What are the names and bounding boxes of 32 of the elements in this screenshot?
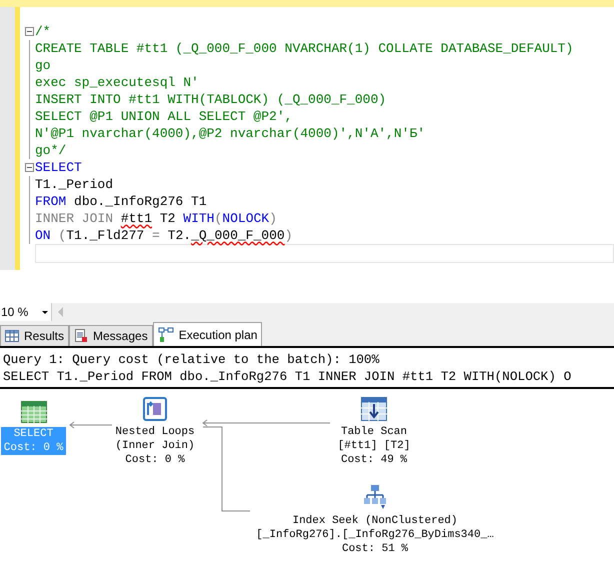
code-line: T1._Period <box>35 176 114 194</box>
result-tab[interactable]: Messages <box>69 325 153 346</box>
table-scan-icon <box>361 397 387 421</box>
code-line: FROM dbo._InfoRg276 T1 <box>35 192 207 210</box>
collapse-icon[interactable] <box>24 163 34 172</box>
collapse-icon[interactable] <box>24 27 34 36</box>
result-tab[interactable]: Results <box>0 325 70 346</box>
code-line: go <box>35 56 51 74</box>
code-line: go*/ <box>35 142 66 160</box>
code-line: SELECT <box>35 158 82 176</box>
query-header-text: Query 1: Query cost (relative to the batch): 100% <box>3 351 380 368</box>
code-line: INNER JOIN #tt1 T2 WITH(NOLOCK) <box>35 210 277 228</box>
loop-icon <box>143 397 167 421</box>
code-line: /* <box>35 22 51 40</box>
dropdown-caret-icon <box>42 310 48 314</box>
code-line: CREATE TABLE #tt1 (_Q_000_F_000 NVARCHAR(1) COLLATE DATABASE_DEFAULT) <box>35 40 574 58</box>
plan-icon <box>158 326 174 342</box>
code-line: SELECT @P1 UNION ALL SELECT @P2', <box>35 108 292 126</box>
result-tab[interactable]: Execution plan <box>152 322 262 346</box>
table-icon <box>20 401 46 423</box>
plan-node-label[interactable]: Nested Loops (Inner Join) Cost: 0 % <box>112 425 198 467</box>
zoom-dropdown[interactable]: 10 % <box>0 303 52 321</box>
query-header-text: SELECT T1._Period FROM dbo._InfoRg276 T1 INNER JOIN #tt1 T2 WITH(NOLOCK) O <box>3 368 572 385</box>
document-icon <box>74 329 88 343</box>
plan-node-label[interactable]: Table Scan [#tt1] [T2] Cost: 49 % <box>334 425 414 467</box>
code-line: ON (T1._Fld277 = T2._Q_000_F_000) <box>35 226 293 244</box>
code-line: exec sp_executesql N' <box>35 74 199 92</box>
index-tree-icon <box>363 484 387 510</box>
code-line: N'@P1 nvarchar(4000),@P2 nvarchar(4000)',N'А',N'Б' <box>35 124 426 142</box>
code-line: INSERT INTO #tt1 WITH(TABLOCK) (_Q_000_F_000) <box>35 90 386 108</box>
grid-icon <box>5 330 19 342</box>
plan-node-label[interactable]: Index Seek (NonClustered) [_InfoRg276].[_InfoRg276_ByDims340_… Cost: 51 % <box>253 514 497 556</box>
